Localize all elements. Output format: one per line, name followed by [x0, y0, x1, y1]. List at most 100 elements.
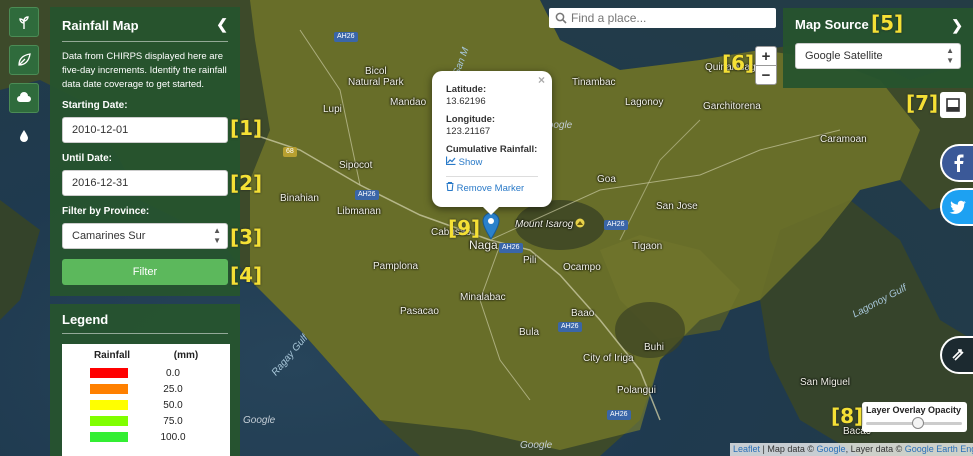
droplet-icon: [20, 130, 28, 142]
opacity-slider-track[interactable]: [866, 417, 962, 429]
map-label-bula: Bula: [519, 327, 540, 338]
until-date-input[interactable]: 2016-12-31: [62, 170, 228, 196]
opacity-label: Layer Overlay Opacity: [866, 405, 962, 415]
sprout-button[interactable]: [9, 7, 39, 37]
map-marker-icon[interactable]: [482, 212, 500, 240]
map-label-ocampo: Ocampo: [563, 262, 601, 273]
zoom-in-button[interactable]: +: [755, 46, 777, 66]
attribution-text: | Map data ©: [760, 444, 817, 454]
legend-col-unit: (mm): [173, 350, 199, 361]
search-input[interactable]: [571, 11, 761, 25]
mountain-icon: [575, 218, 585, 228]
legend-row: 0.0: [72, 365, 220, 381]
map-label-garchitorena: Garchitorena: [703, 101, 761, 112]
map-label-mount-isarog: Mount Isarog: [515, 219, 574, 230]
callout-1: [1]: [230, 116, 263, 140]
line-chart-icon: [445, 156, 456, 166]
cumulative-rainfall-label: Cumulative Rainfall:: [446, 144, 538, 155]
road-shield: AH26: [334, 32, 358, 42]
map-label-goa: Goa: [597, 174, 616, 185]
map-label-tigaon: Tigaon: [632, 241, 663, 252]
legend-box: Rainfall (mm) 0.0 25.0 50.0 75.0 100.0: [62, 344, 230, 456]
callout-9: [9]: [448, 216, 481, 240]
legend-swatch: [90, 384, 128, 394]
callout-8: [8]: [831, 404, 864, 428]
remove-marker-link[interactable]: Remove Marker: [446, 181, 538, 195]
province-select-value: Camarines Sur: [72, 230, 146, 242]
map-label-naga: Naga: [469, 238, 498, 252]
map-label-pasacao: Pasacao: [400, 306, 439, 317]
remove-marker-label: Remove Marker: [456, 183, 525, 194]
map-label-mandao: Mandao: [390, 97, 427, 108]
legend-panel: Legend Rainfall (mm) 0.0 25.0 50.0 75.0 …: [50, 304, 240, 456]
map-source-select[interactable]: Google Satellite ▲ ▼: [795, 43, 961, 69]
place-search[interactable]: [549, 8, 776, 28]
opacity-slider-handle[interactable]: [912, 417, 925, 429]
road-shield: 68: [283, 147, 297, 157]
legend-value: 0.0: [166, 367, 180, 379]
marker-popup: × Latitude: 13.62196 Longitude: 123.2116…: [432, 71, 552, 207]
zoom-out-button[interactable]: −: [755, 65, 777, 85]
starting-date-input[interactable]: 2010-12-01: [62, 117, 228, 143]
map-label-sipocot: Sipocot: [339, 160, 373, 171]
callout-6: [6]: [722, 51, 755, 75]
map-label-caramoan: Caramoan: [820, 134, 867, 145]
select-arrows-icon: ▲ ▼: [946, 46, 954, 65]
cloud-button[interactable]: [9, 83, 39, 113]
leaf-icon: [18, 53, 31, 66]
legend-swatch: [90, 432, 128, 442]
legend-row: 100.0: [72, 429, 220, 445]
swap-button[interactable]: [940, 336, 973, 374]
search-icon: [555, 12, 567, 24]
road-shield: AH26: [499, 243, 523, 253]
map-label-city-of-iriga: City of Iriga: [583, 353, 634, 364]
legend-swatch: [90, 416, 128, 426]
legend-col-rainfall: Rainfall: [93, 350, 131, 361]
legend-row: 25.0: [72, 381, 220, 397]
twitter-button[interactable]: [940, 188, 973, 226]
trash-icon: [446, 181, 454, 192]
select-arrows-icon: ▲ ▼: [213, 226, 221, 245]
chevron-left-icon[interactable]: ❮: [216, 16, 228, 33]
latitude-label: Latitude:: [446, 84, 487, 95]
google-link[interactable]: Google: [817, 444, 846, 454]
popup-pointer: [482, 206, 500, 215]
map-label-libmanan: Libmanan: [337, 206, 381, 217]
left-icon-rail: [0, 0, 46, 456]
map-source-value: Google Satellite: [805, 50, 883, 62]
facebook-button[interactable]: [940, 144, 973, 182]
legend-row: 50.0: [72, 397, 220, 413]
road-shield: AH26: [607, 410, 631, 420]
map-label-binahian: Binahian: [280, 193, 319, 204]
province-label: Filter by Province:: [62, 206, 150, 217]
sprout-icon: [19, 16, 29, 29]
legend-value: 25.0: [163, 383, 183, 395]
callout-5: [5]: [871, 11, 904, 35]
map-label-pamplona: Pamplona: [373, 261, 419, 272]
map-label-pili: Pili: [523, 255, 537, 266]
leaflet-link[interactable]: Leaflet: [733, 444, 760, 454]
leaf-button[interactable]: [9, 45, 39, 75]
google-earth-engine-link[interactable]: Google Earth Engine: [905, 444, 973, 454]
map-label-tinambac: Tinambac: [572, 77, 616, 88]
chevron-right-icon[interactable]: ❯: [951, 17, 963, 34]
starting-date-label: Starting Date:: [62, 100, 128, 111]
droplet-button[interactable]: [9, 121, 39, 151]
legend-value: 100.0: [160, 431, 186, 443]
province-select[interactable]: Camarines Sur ▲ ▼: [62, 223, 228, 249]
legend-row: 75.0: [72, 413, 220, 429]
layers-button[interactable]: [940, 92, 966, 118]
map-label-lagonoy: Lagonoy: [625, 97, 664, 108]
close-icon[interactable]: ×: [538, 73, 545, 87]
map-label-bicol-natural-park: Bicol Natural Park: [348, 66, 404, 88]
legend-swatch: [90, 400, 128, 410]
longitude-label: Longitude:: [446, 114, 496, 125]
cloud-icon: [17, 92, 31, 102]
map-label-baao: Baao: [571, 308, 595, 319]
filter-button[interactable]: Filter: [62, 259, 228, 285]
show-rainfall-link[interactable]: Show: [445, 156, 538, 169]
callout-3: [3]: [230, 225, 263, 249]
layers-icon: [946, 98, 960, 112]
google-watermark: Google: [243, 415, 276, 426]
legend-title: Legend: [62, 312, 228, 334]
